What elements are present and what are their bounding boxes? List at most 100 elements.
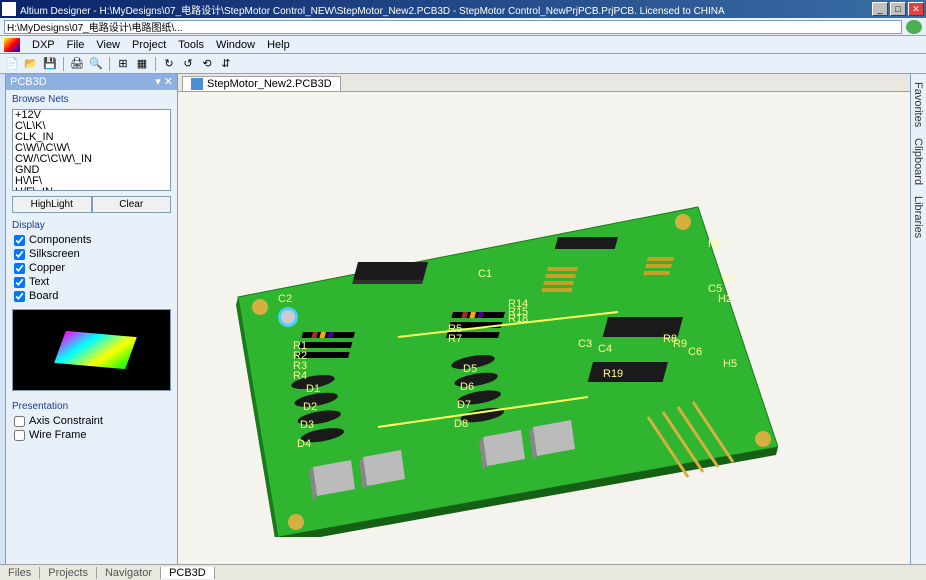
window-buttons: _ □ ✕ <box>872 2 924 16</box>
preview-3d[interactable] <box>12 309 171 391</box>
check-label: Axis Constraint <box>29 415 103 427</box>
new-icon[interactable]: 📄 <box>4 56 20 72</box>
checkbox[interactable] <box>14 249 25 260</box>
tab-navigator[interactable]: Navigator <box>97 567 161 579</box>
clear-button[interactable]: Clear <box>92 196 172 213</box>
go-icon[interactable] <box>906 20 922 34</box>
close-button[interactable]: ✕ <box>908 2 924 16</box>
svg-text:C5: C5 <box>708 283 722 295</box>
svg-text:R9: R9 <box>673 338 687 350</box>
tab-files[interactable]: Files <box>0 567 40 579</box>
menu-view[interactable]: View <box>90 39 126 51</box>
menu-tools[interactable]: Tools <box>172 39 210 51</box>
layers-icon[interactable]: ▦ <box>134 56 150 72</box>
check-text[interactable]: Text <box>6 275 177 289</box>
svg-text:D2: D2 <box>303 401 317 413</box>
fit-icon[interactable]: ⊞ <box>115 56 131 72</box>
svg-text:C6: C6 <box>688 346 702 358</box>
svg-text:R19: R19 <box>603 368 623 380</box>
save-icon[interactable]: 💾 <box>42 56 58 72</box>
check-components[interactable]: Components <box>6 233 177 247</box>
browse-nets-label: Browse Nets <box>6 90 177 107</box>
net-buttons: HighLight Clear <box>12 196 171 213</box>
check-axis-constraint[interactable]: Axis Constraint <box>6 414 177 428</box>
app-icon <box>2 2 16 16</box>
display-label: Display <box>6 216 177 233</box>
check-label: Components <box>29 234 91 246</box>
svg-text:C2: C2 <box>278 293 292 305</box>
pcb3d-panel: PCB3D ▾ ✕ Browse Nets +12V C\L\K\ CLK_IN… <box>6 74 178 564</box>
svg-text:D5: D5 <box>463 363 477 375</box>
checkbox[interactable] <box>14 235 25 246</box>
menu-file[interactable]: File <box>61 39 91 51</box>
document-tab[interactable]: StepMotor_New2.PCB3D <box>182 76 341 91</box>
separator <box>155 57 156 71</box>
tab-favorites[interactable]: Favorites <box>910 78 926 131</box>
check-board[interactable]: Board <box>6 289 177 303</box>
check-label: Text <box>29 276 49 288</box>
tab-clipboard[interactable]: Clipboard <box>910 134 926 189</box>
zoom-icon[interactable]: 🔍 <box>88 56 104 72</box>
svg-text:H1: H1 <box>708 238 722 250</box>
check-label: Silkscreen <box>29 248 80 260</box>
tab-pcb3d[interactable]: PCB3D <box>161 567 215 579</box>
checkbox[interactable] <box>14 430 25 441</box>
check-label: Copper <box>29 262 65 274</box>
svg-text:C3: C3 <box>578 338 592 350</box>
svg-text:C1: C1 <box>478 268 492 280</box>
svg-text:R7: R7 <box>448 333 462 345</box>
panel-title: PCB3D <box>10 74 155 90</box>
pcb3d-doc-icon <box>191 78 203 90</box>
menu-help[interactable]: Help <box>261 39 296 51</box>
svg-text:H3: H3 <box>723 273 737 285</box>
preview-pcb-icon <box>54 331 136 369</box>
flip-icon[interactable]: ⇵ <box>218 56 234 72</box>
panel-header: PCB3D ▾ ✕ <box>6 74 177 90</box>
path-input[interactable] <box>4 20 902 34</box>
document-tabs: StepMotor_New2.PCB3D <box>178 74 910 92</box>
list-item[interactable]: H/F\_IN <box>13 187 170 191</box>
separator <box>109 57 110 71</box>
menu-project[interactable]: Project <box>126 39 172 51</box>
rotate-y-icon[interactable]: ↺ <box>180 56 196 72</box>
svg-text:C4: C4 <box>598 343 612 355</box>
svg-text:D6: D6 <box>460 381 474 393</box>
print-icon[interactable]: 🖨 <box>69 56 85 72</box>
presentation-label: Presentation <box>6 397 177 414</box>
panel-close-icon[interactable]: ▾ ✕ <box>155 74 173 90</box>
address-bar <box>0 18 926 36</box>
check-wire-frame[interactable]: Wire Frame <box>6 428 177 442</box>
pcb-board: C2 C1 R1 R2 R3 R4 R5 R7 R18 R15 R14 D1 D… <box>218 147 778 537</box>
svg-text:D4: D4 <box>297 438 311 450</box>
main-area: PCB3D ▾ ✕ Browse Nets +12V C\L\K\ CLK_IN… <box>0 74 926 564</box>
check-silkscreen[interactable]: Silkscreen <box>6 247 177 261</box>
separator <box>63 57 64 71</box>
minimize-button[interactable]: _ <box>872 2 888 16</box>
rotate-x-icon[interactable]: ↻ <box>161 56 177 72</box>
right-panel-strip: Favorites Clipboard Libraries <box>910 74 926 564</box>
checkbox[interactable] <box>14 277 25 288</box>
menu-window[interactable]: Window <box>210 39 261 51</box>
tab-libraries[interactable]: Libraries <box>910 192 926 242</box>
nets-listbox[interactable]: +12V C\L\K\ CLK_IN C\W\/\C\W\ CW/\C\C\W\… <box>12 109 171 191</box>
svg-text:D8: D8 <box>454 418 468 430</box>
tab-projects[interactable]: Projects <box>40 567 97 579</box>
tab-label: StepMotor_New2.PCB3D <box>207 78 332 90</box>
checkbox[interactable] <box>14 291 25 302</box>
window-title: Altium Designer - H:\MyDesigns\07_电路设计\S… <box>20 2 872 17</box>
svg-text:H5: H5 <box>723 358 737 370</box>
rotate-z-icon[interactable]: ⟲ <box>199 56 215 72</box>
open-icon[interactable]: 📂 <box>23 56 39 72</box>
check-label: Board <box>29 290 58 302</box>
maximize-button[interactable]: □ <box>890 2 906 16</box>
highlight-button[interactable]: HighLight <box>12 196 92 213</box>
check-copper[interactable]: Copper <box>6 261 177 275</box>
dxp-icon[interactable] <box>4 38 20 52</box>
checkbox[interactable] <box>14 416 25 427</box>
title-bar: Altium Designer - H:\MyDesigns\07_电路设计\S… <box>0 0 926 18</box>
checkbox[interactable] <box>14 263 25 274</box>
svg-text:D3: D3 <box>300 419 314 431</box>
menu-dxp[interactable]: DXP <box>26 39 61 51</box>
svg-text:R14: R14 <box>508 298 528 310</box>
3d-viewport[interactable]: C2 C1 R1 R2 R3 R4 R5 R7 R18 R15 R14 D1 D… <box>178 92 910 564</box>
